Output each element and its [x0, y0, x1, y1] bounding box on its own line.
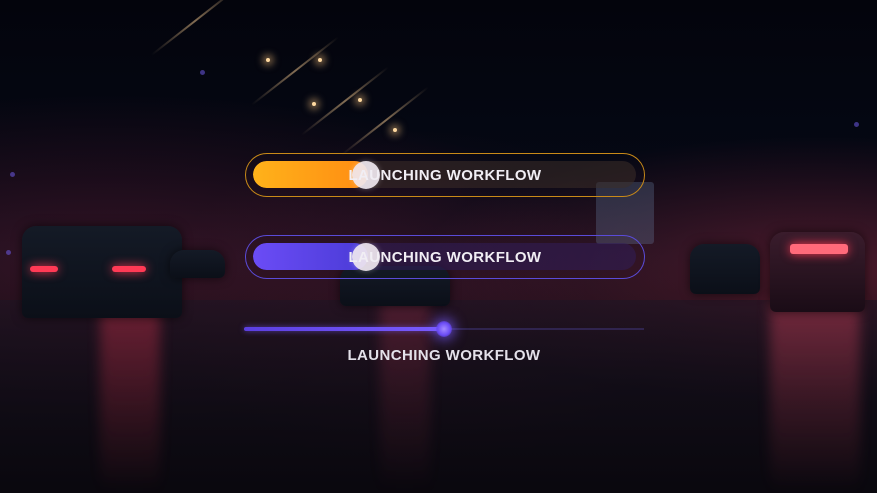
tail-light — [30, 266, 58, 272]
tail-light — [790, 244, 848, 254]
light-flare — [341, 86, 429, 156]
street-light — [266, 58, 270, 62]
progress-track — [253, 161, 636, 188]
particle-dot — [6, 250, 11, 255]
progress-knob[interactable] — [352, 161, 380, 189]
particle-dot — [200, 70, 205, 75]
progress-bar-purple[interactable]: LAUNCHING WORKFLOW — [245, 235, 645, 279]
light-reflection — [770, 300, 860, 493]
car-distant — [690, 244, 760, 294]
particle-dot — [854, 122, 859, 127]
street-light — [393, 128, 397, 132]
street-light — [312, 102, 316, 106]
car-distant — [170, 250, 225, 278]
progress-bar-orange[interactable]: LAUNCHING WORKFLOW — [245, 153, 645, 197]
progress-slider-thin[interactable] — [244, 320, 644, 338]
slider-label: LAUNCHING WORKFLOW — [347, 347, 541, 364]
tail-light — [112, 266, 146, 272]
car-left — [22, 226, 182, 318]
progress-track — [253, 243, 636, 270]
street-light — [358, 98, 362, 102]
light-flare — [251, 36, 339, 106]
progress-fill — [253, 161, 368, 188]
background-scene: LAUNCHING WORKFLOW LAUNCHING WORKFLOW LA… — [0, 0, 877, 493]
slider-knob[interactable] — [436, 321, 452, 337]
progress-knob[interactable] — [352, 243, 380, 271]
particle-dot — [10, 172, 15, 177]
progress-fill — [253, 243, 368, 270]
light-reflection — [100, 300, 160, 493]
street-light — [318, 58, 322, 62]
slider-fill — [244, 327, 444, 331]
light-flare — [151, 0, 239, 56]
